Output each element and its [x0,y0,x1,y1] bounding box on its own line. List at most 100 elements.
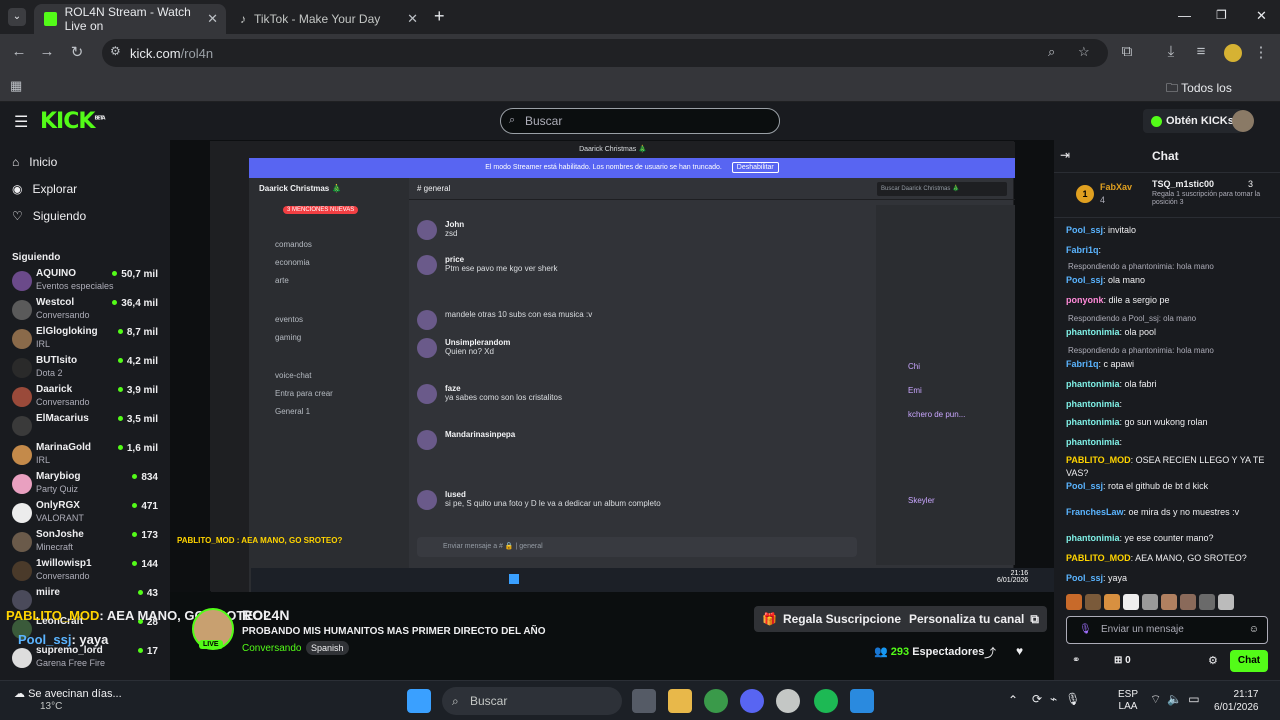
chat-username[interactable]: Pool_ssj [1066,573,1103,583]
chat-username[interactable]: Pool_ssj [1066,481,1103,491]
link-icon[interactable]: ⚭ [1072,655,1080,666]
discord-member[interactable]: Emi [908,386,922,395]
emote-icon[interactable] [1142,594,1158,610]
sidebar-channel[interactable]: BUTIsito Dota 2 4,2 mil [0,354,170,382]
emote-icon[interactable] [1199,594,1215,610]
chat-username[interactable]: PABLITO_MOD [1066,553,1131,563]
nav-explore[interactable]: ◉ Explorar [12,182,77,196]
steam-icon[interactable] [776,689,800,713]
sidebar-channel[interactable]: SonJoshe Minecraft 173 [0,528,170,556]
emote-icon[interactable] [1104,594,1120,610]
star-icon[interactable]: ☆ [1078,44,1090,60]
zoom-icon[interactable]: ⌕ [1048,44,1055,60]
top-user[interactable]: TSQ_m1stic00 [1152,179,1214,189]
user-avatar[interactable] [1232,110,1254,132]
download-icon[interactable]: ⤓ [1160,43,1182,60]
message-input[interactable]: Enviar mensaje a # 🔒 | general [417,537,857,557]
vscode-icon[interactable] [850,689,874,713]
profile-avatar[interactable] [1224,44,1242,62]
nav-following[interactable]: ♡ Siguiendo [12,209,86,223]
video-player[interactable]: Daarick Christmas 🎄 El modo Streamer est… [170,140,1055,592]
emote-icon[interactable] [1218,594,1234,610]
chat-username[interactable]: Fabri1q [1066,359,1099,369]
file-explorer-icon[interactable] [668,689,692,713]
discord-channel[interactable]: General 1 [275,407,310,416]
minimize-icon[interactable]: — [1178,8,1191,23]
language-indicator[interactable]: ESP LAA [1118,689,1138,713]
disable-streamer-button[interactable]: Deshabilitar [731,162,779,173]
emote-icon[interactable] [1066,594,1082,610]
chat-username[interactable]: phantonimia [1066,327,1120,337]
reload-icon[interactable]: ↻ [66,43,88,61]
sidebar-channel[interactable]: AQUINO Eventos especiales 50,7 mil [0,267,170,295]
emote-icon[interactable] [1161,594,1177,610]
discord-channel[interactable]: eventos [275,315,303,324]
mentions-badge[interactable]: 3 MENCIONES NUEVAS [283,206,359,214]
extensions-icon[interactable]: ⧉ [1116,43,1138,60]
close-icon[interactable]: ✕ [207,11,218,27]
sidebar-channel[interactable]: Daarick Conversando 3,9 mil [0,383,170,411]
chat-username[interactable]: phantonimia [1066,533,1120,543]
reply-context[interactable]: Respondiendo a Pool_ssj: ola mano [1068,314,1196,323]
tab-tiktok[interactable]: ♪ TikTok - Make Your Day ✕ [230,4,426,34]
language-tag[interactable]: Spanish [306,641,349,655]
reply-context[interactable]: Respondiendo a phantonimia: hola mano [1068,262,1214,271]
windows-start-icon[interactable] [407,689,431,713]
stream-category[interactable]: Conversando [242,643,301,654]
tab-search-button[interactable]: ⌄ [8,8,26,26]
kicks-balance[interactable]: ⊞ 0 [1114,655,1131,666]
share-icon[interactable]: ⤴ [984,644,996,661]
address-bar[interactable]: ⚙ kick.com/rol4n ⌕ ☆ [102,39,1108,67]
site-info-icon[interactable]: ⚙ [110,44,121,58]
send-chat-button[interactable]: Chat [1230,650,1268,672]
streamer-name[interactable]: ROL4N [242,607,289,623]
discord-member[interactable]: Skeyler [908,496,935,505]
sidebar-channel[interactable]: MarinaGold IRL 1,6 mil [0,441,170,469]
chat-username[interactable]: phantonimia [1066,379,1120,389]
chat-input[interactable]: 🎙 Enviar un mensaje ☺ [1066,616,1268,644]
menu-icon[interactable]: ⋮ [1250,43,1272,61]
server-name[interactable]: Daarick Christmas 🎄 [259,184,341,193]
network-icons[interactable]: ⌔🔈▭ [1150,692,1206,707]
gift-subs-button[interactable]: 🎁 Regala Suscripciones [754,606,916,632]
chat-username[interactable]: FranchesLaw [1066,507,1124,517]
taskbar-search[interactable]: ⌕ Buscar [442,687,622,715]
sidebar-channel[interactable]: supremo_lord Garena Free Fire 17 [0,644,170,672]
get-kicks-button[interactable]: Obtén KICKs [1143,109,1242,133]
close-icon[interactable]: ✕ [407,11,418,27]
menu-icon[interactable]: ☰ [14,112,28,132]
microphone-icon[interactable]: 🎙 [1079,617,1092,643]
discord-member[interactable]: kchero de pun... [908,410,965,419]
emote-icon[interactable] [1180,594,1196,610]
chat-username[interactable]: phantonimia [1066,437,1120,447]
emoji-icon[interactable]: ☺ [1249,617,1259,643]
media-icon[interactable]: ≡ [1190,43,1212,60]
task-view-icon[interactable] [632,689,656,713]
discord-channel[interactable]: arte [275,276,289,285]
emote-icon[interactable] [1085,594,1101,610]
discord-channel[interactable]: gaming [275,333,301,342]
chat-username[interactable]: Pool_ssj [1066,225,1103,235]
tray-chevron-icon[interactable]: ⌃ [1008,693,1018,707]
chat-username[interactable]: ponyonk [1066,295,1104,305]
collapse-chat-icon[interactable]: ⇥ [1060,148,1070,162]
clock[interactable]: 21:17 6/01/2026 [1214,688,1259,714]
discord-search[interactable]: Buscar Daarick Christmas 🎄 [877,182,1007,196]
sidebar-channel[interactable]: 1willowisp1 Conversando 144 [0,557,170,585]
discord-channel[interactable]: voice-chat [275,371,311,380]
discord-channel[interactable]: economia [275,258,310,267]
customize-channel-button[interactable]: Personaliza tu canal ⧉ [901,606,1047,632]
chat-username[interactable]: PABLITO_MOD [1066,455,1131,465]
sidebar-channel[interactable]: Westcol Conversando 36,4 mil [0,296,170,324]
settings-icon[interactable]: ⚙ [1208,654,1218,667]
sidebar-channel[interactable]: ElMacarius 3,5 mil [0,412,170,440]
back-icon[interactable]: ← [8,43,30,60]
chat-username[interactable]: phantonimia [1066,417,1120,427]
search-input[interactable]: ⌕ Buscar [500,108,780,134]
chat-username[interactable]: phantonimia [1066,399,1120,409]
weather-widget[interactable]: ☁ Se avecinan días... 13°C [14,687,122,712]
chat-username[interactable]: Fabri1q [1066,245,1099,255]
pinned-user[interactable]: FabXav [1100,182,1132,192]
new-tab-icon[interactable]: + [434,6,445,27]
discord-channel[interactable]: comandos [275,240,312,249]
